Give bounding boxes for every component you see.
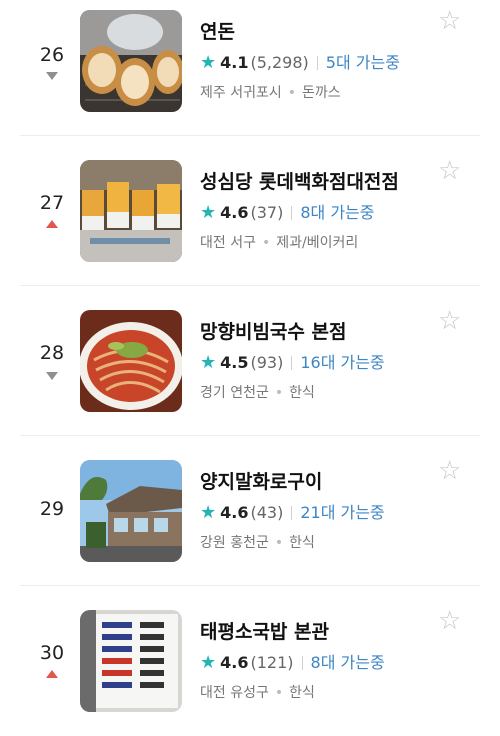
restaurant-name[interactable]: 연돈 xyxy=(200,20,430,44)
visitors-count: 5대 가는중 xyxy=(325,53,400,72)
bakery-photo xyxy=(80,160,182,262)
divider xyxy=(316,56,318,70)
rank-number: 30 xyxy=(39,642,65,664)
location-row: 제주 서귀포시 • 돈까스 xyxy=(200,84,430,102)
restaurant-info: 연돈 ★ 4.1 (5,298) 5대 가는중 제주 서귀포시 • 돈까스 xyxy=(200,20,430,102)
restaurant-thumbnail[interactable] xyxy=(80,160,182,262)
rank-down-icon xyxy=(46,72,58,80)
rank-up-icon xyxy=(46,670,58,678)
star-icon: ★ xyxy=(200,502,217,523)
region: 강원 홍천군 xyxy=(200,535,269,551)
rating-row: ★ 4.1 (5,298) 5대 가는중 xyxy=(200,53,430,73)
region: 제주 서귀포시 xyxy=(200,85,282,101)
visitors-count: 16대 가는중 xyxy=(300,353,385,372)
region: 경기 연천군 xyxy=(200,385,269,401)
rank-number: 28 xyxy=(39,342,65,364)
rank-number: 27 xyxy=(39,192,65,214)
category: 한식 xyxy=(289,685,315,701)
divider xyxy=(291,356,293,370)
restaurant-thumbnail[interactable] xyxy=(80,310,182,412)
list-item[interactable]: 26 연돈 ★ 4.1 (5,298) 5대 가는중 제주 서귀포시 • 돈까스… xyxy=(0,0,500,136)
category: 한식 xyxy=(289,385,315,401)
rating-row: ★ 4.6 (37) 8대 가는중 xyxy=(200,203,430,223)
rank-number: 26 xyxy=(39,44,65,66)
rating-row: ★ 4.5 (93) 16대 가는중 xyxy=(200,353,430,373)
visitors-count: 8대 가는중 xyxy=(310,653,385,672)
restaurant-info: 성심당 롯데백화점대전점 ★ 4.6 (37) 8대 가는중 대전 서구 • 제과/… xyxy=(200,170,430,252)
restaurant-ranking-list: 26 연돈 ★ 4.1 (5,298) 5대 가는중 제주 서귀포시 • 돈까스… xyxy=(0,0,500,736)
favorite-star-icon[interactable]: ☆ xyxy=(438,608,464,634)
dot-separator: • xyxy=(274,385,284,401)
restaurant-info: 망향비빔국수 본점 ★ 4.5 (93) 16대 가는중 경기 연천군 • 한식 xyxy=(200,320,430,402)
menu-board-photo xyxy=(80,610,182,712)
location-row: 대전 유성구 • 한식 xyxy=(200,684,430,702)
tonkatsu-photo xyxy=(80,10,182,112)
divider xyxy=(291,206,293,220)
star-icon: ★ xyxy=(200,352,217,373)
list-item[interactable]: 30 태평소국밥 본관 ★ 4.6 (121) 8대 가는중 대전 유성구 • … xyxy=(0,586,500,736)
location-row: 대전 서구 • 제과/베이커리 xyxy=(200,234,430,252)
favorite-star-icon[interactable]: ☆ xyxy=(438,458,464,484)
category: 한식 xyxy=(289,535,315,551)
location-row: 강원 홍천군 • 한식 xyxy=(200,534,430,552)
star-icon: ★ xyxy=(200,652,217,673)
rating-score: 4.6 xyxy=(220,653,249,672)
rank-down-icon xyxy=(46,372,58,380)
rank-up-icon xyxy=(46,220,58,228)
region: 대전 유성구 xyxy=(200,685,269,701)
category: 제과/베이커리 xyxy=(276,235,359,251)
rating-score: 4.1 xyxy=(220,53,249,72)
restaurant-name[interactable]: 태평소국밥 본관 xyxy=(200,620,430,644)
rating-score: 4.6 xyxy=(220,503,249,522)
list-item[interactable]: 28 망향비빔국수 본점 ★ 4.5 (93) 16대 가는중 경기 연천군 •… xyxy=(0,286,500,436)
review-count: (43) xyxy=(250,503,284,522)
divider xyxy=(301,656,303,670)
review-count: (37) xyxy=(250,203,284,222)
region: 대전 서구 xyxy=(200,235,256,251)
dot-separator: • xyxy=(274,685,284,701)
dot-separator: • xyxy=(261,235,271,251)
restaurant-name[interactable]: 성심당 롯데백화점대전점 xyxy=(200,170,430,194)
visitors-count: 21대 가는중 xyxy=(300,503,385,522)
restaurant-thumbnail[interactable] xyxy=(80,610,182,712)
restaurant-info: 양지말화로구이 ★ 4.6 (43) 21대 가는중 강원 홍천군 • 한식 xyxy=(200,470,430,552)
review-count: (93) xyxy=(250,353,284,372)
favorite-star-icon[interactable]: ☆ xyxy=(438,158,464,184)
dot-separator: • xyxy=(274,535,284,551)
location-row: 경기 연천군 • 한식 xyxy=(200,384,430,402)
visitors-count: 8대 가는중 xyxy=(300,203,375,222)
rating-score: 4.5 xyxy=(220,353,249,372)
star-icon: ★ xyxy=(200,202,217,223)
dot-separator: • xyxy=(287,85,296,101)
list-item[interactable]: 27 성심당 롯데백화점대전점 ★ 4.6 (37) 8대 가는중 대전 서구 … xyxy=(0,136,500,286)
restaurant-thumbnail[interactable] xyxy=(80,460,182,562)
restaurant-info: 태평소국밥 본관 ★ 4.6 (121) 8대 가는중 대전 유성구 • 한식 xyxy=(200,620,430,702)
rating-score: 4.6 xyxy=(220,203,249,222)
rating-row: ★ 4.6 (121) 8대 가는중 xyxy=(200,653,430,673)
building-photo xyxy=(80,460,182,562)
star-icon: ★ xyxy=(200,52,217,73)
restaurant-name[interactable]: 망향비빔국수 본점 xyxy=(200,320,430,344)
category: 돈까스 xyxy=(302,85,341,101)
noodle-photo xyxy=(80,310,182,412)
restaurant-name[interactable]: 양지말화로구이 xyxy=(200,470,430,494)
favorite-star-icon[interactable]: ☆ xyxy=(438,8,464,34)
restaurant-thumbnail[interactable] xyxy=(80,10,182,112)
list-item[interactable]: 29 양지말화로구이 ★ 4.6 (43) 21대 가는중 강원 홍천군 • 한… xyxy=(0,436,500,586)
favorite-star-icon[interactable]: ☆ xyxy=(438,308,464,334)
rank-number: 29 xyxy=(39,498,65,520)
review-count: (121) xyxy=(250,653,294,672)
review-count: (5,298) xyxy=(250,53,309,72)
rating-row: ★ 4.6 (43) 21대 가는중 xyxy=(200,503,430,523)
divider xyxy=(291,506,293,520)
